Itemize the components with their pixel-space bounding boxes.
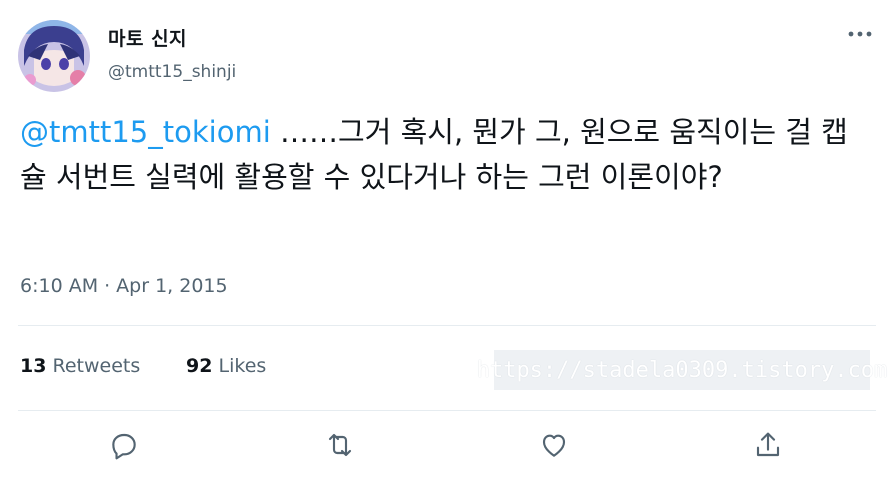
likes-count: 92 — [186, 355, 213, 377]
divider — [18, 410, 876, 411]
reply-icon[interactable] — [107, 428, 141, 462]
watermark: https://stadela0309.tistory.com — [477, 350, 887, 390]
likes-stat[interactable]: 92 Likes — [186, 355, 266, 377]
more-icon[interactable] — [846, 22, 874, 46]
tweet-date: Apr 1, 2015 — [116, 275, 228, 297]
user-handle[interactable]: @tmtt15_shinji — [108, 62, 236, 82]
display-name[interactable]: 마토 신지 — [108, 24, 187, 51]
avatar-image — [18, 20, 90, 92]
tweet-text: @tmtt15_tokiomi ……그거 혹시, 뭔가 그, 원으로 움직이는 … — [20, 110, 870, 200]
avatar[interactable] — [18, 20, 90, 92]
retweets-count: 13 — [20, 355, 47, 377]
retweets-stat[interactable]: 13 Retweets — [20, 355, 140, 377]
tweet-timestamp[interactable]: 6:10 AM · Apr 1, 2015 — [20, 275, 228, 297]
divider — [18, 325, 876, 326]
tweet-header: 마토 신지 @tmtt15_shinji — [0, 0, 894, 100]
tweet-time: 6:10 AM — [20, 275, 99, 297]
like-icon[interactable] — [537, 428, 571, 462]
likes-label: Likes — [218, 355, 267, 377]
mention-link[interactable]: @tmtt15_tokiomi — [20, 115, 271, 149]
retweets-label: Retweets — [52, 355, 141, 377]
retweet-icon[interactable] — [323, 428, 357, 462]
separator-dot: · — [104, 275, 111, 297]
share-icon[interactable] — [751, 428, 785, 462]
